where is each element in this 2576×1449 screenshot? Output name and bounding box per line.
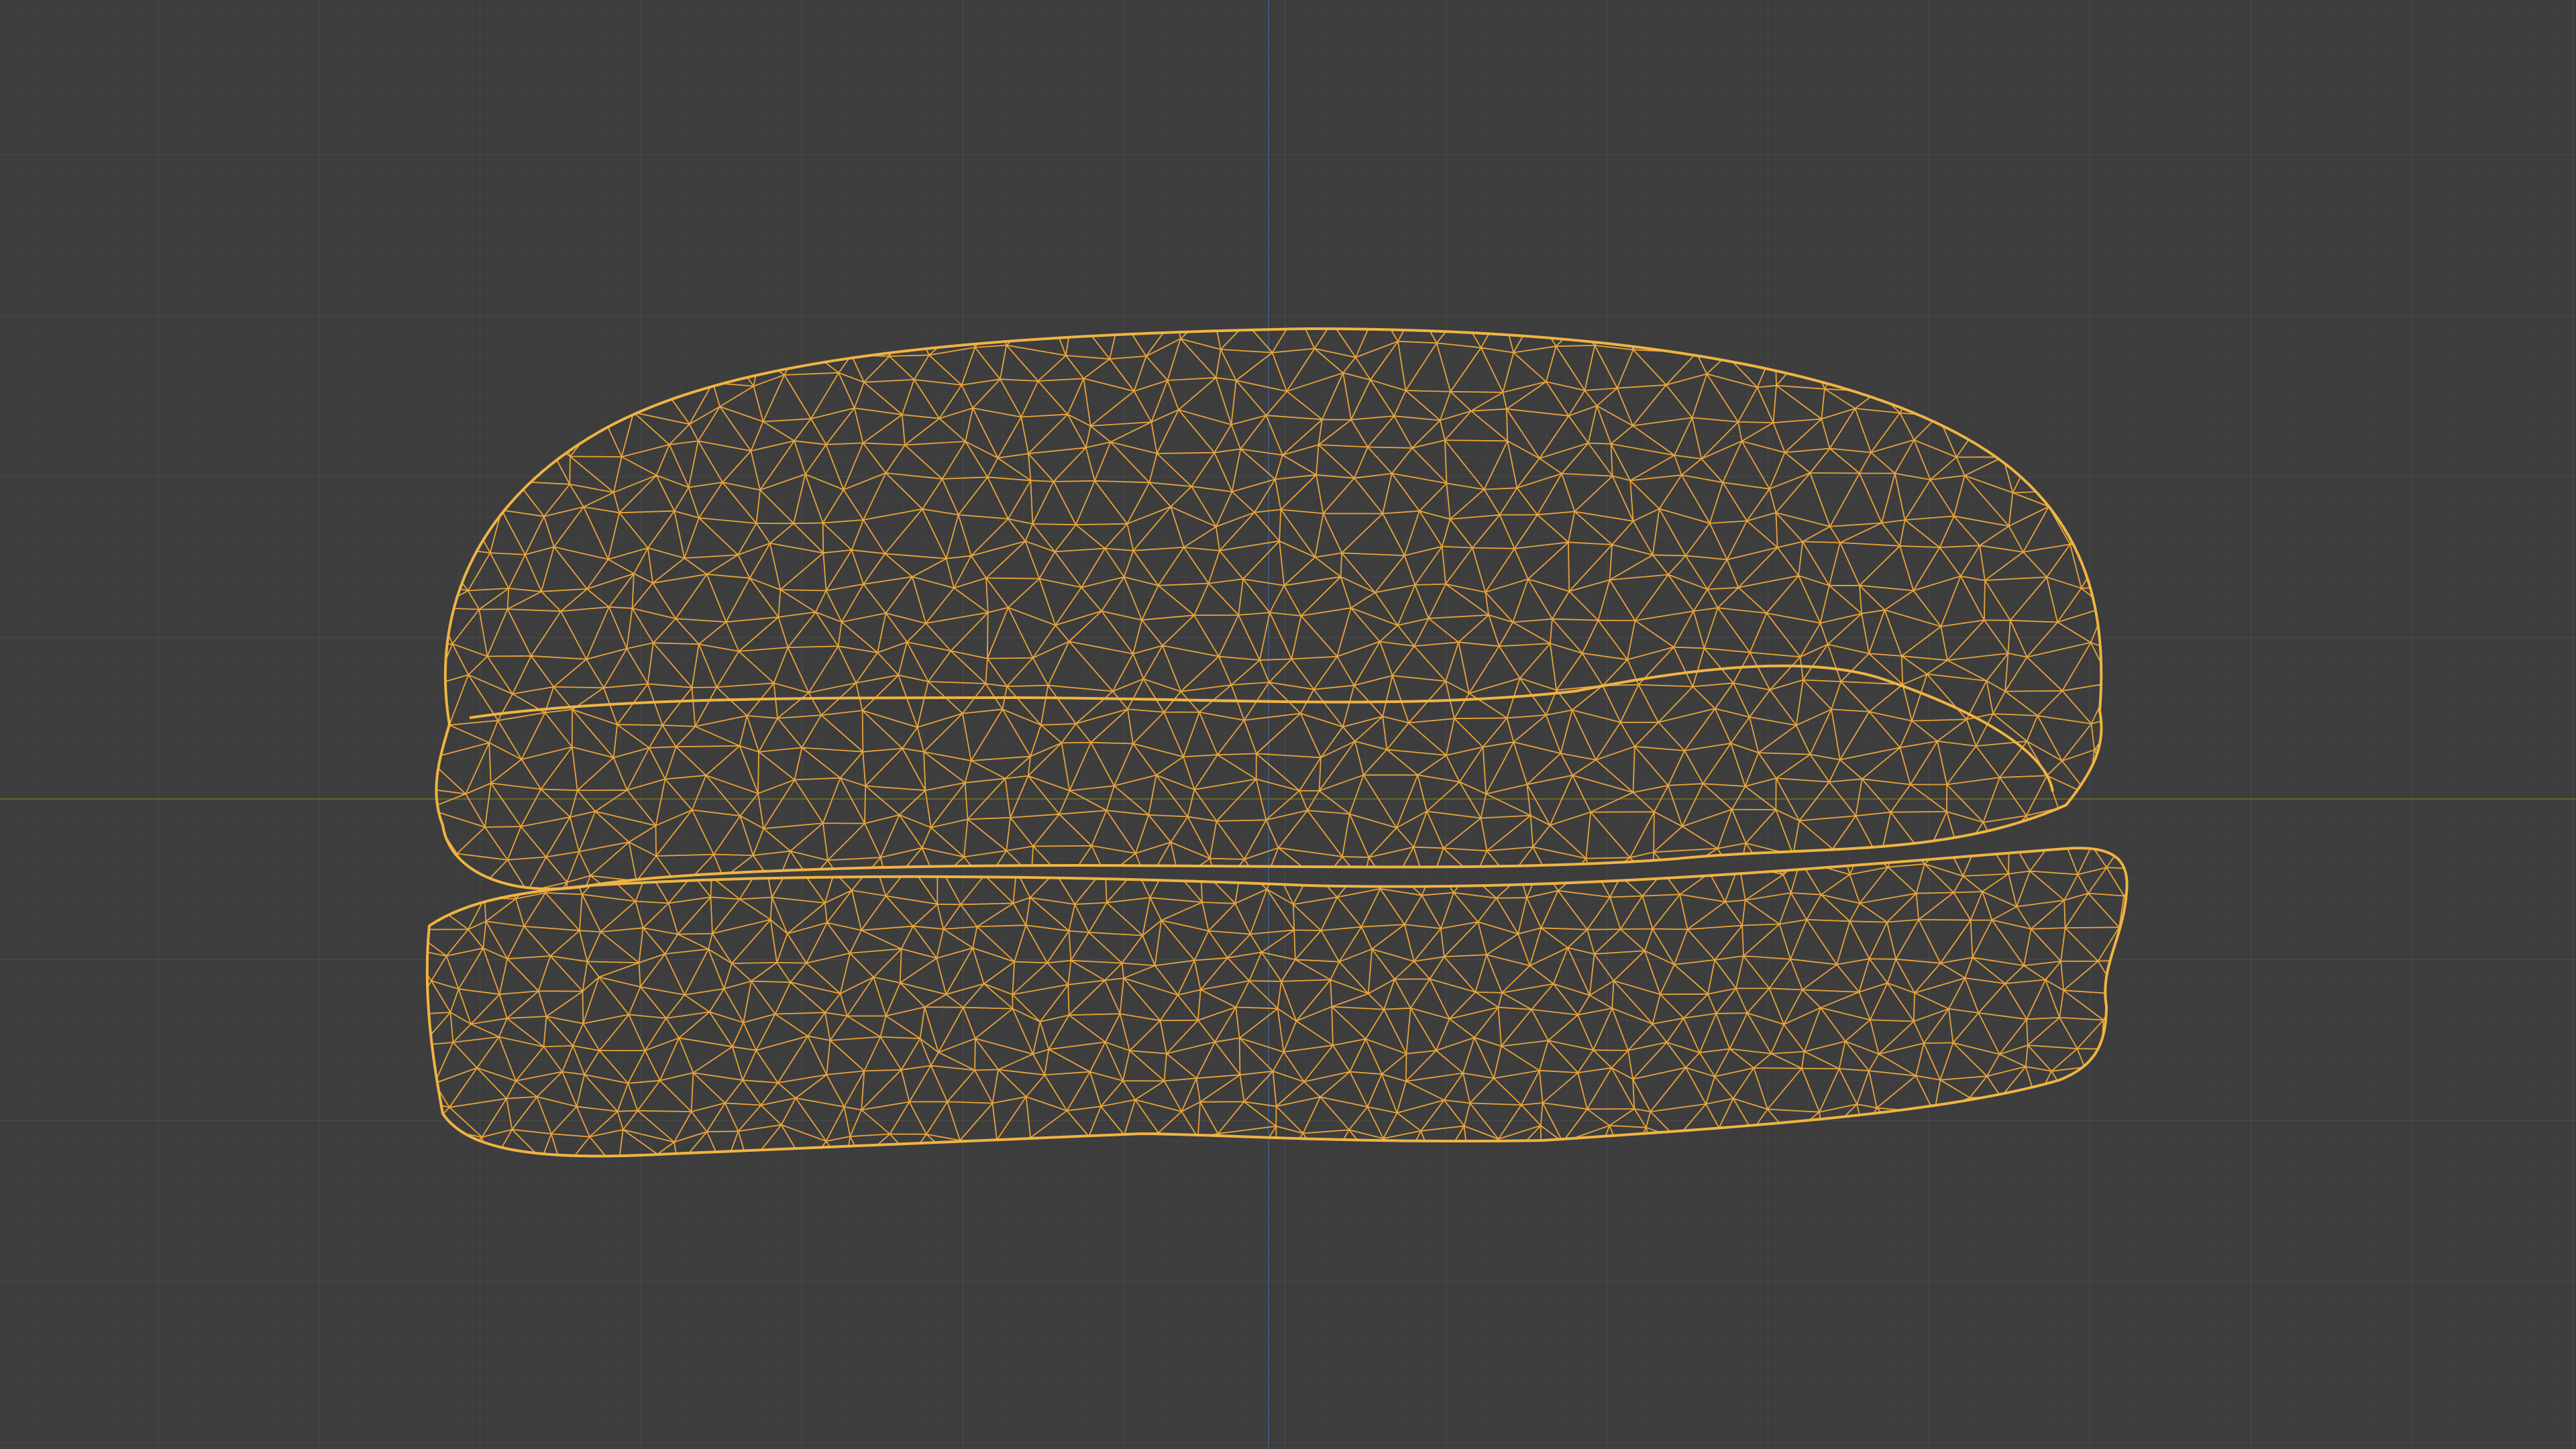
bottom-bun-outline [425,847,2129,1158]
3d-viewport[interactable] [0,0,2576,1449]
filling-seam-outline [469,664,2054,792]
wireframe-mesh[interactable] [0,0,2576,1449]
